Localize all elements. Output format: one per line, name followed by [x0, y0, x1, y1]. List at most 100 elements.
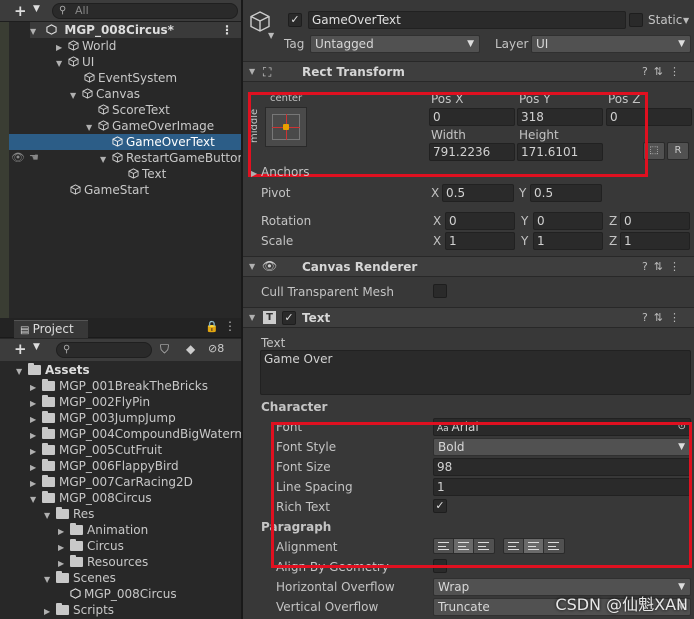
tree-item-gameoverimage[interactable]: ▼ GameOverImage: [86, 118, 214, 134]
align-top-icon[interactable]: [504, 539, 524, 553]
tree-item-eventsystem[interactable]: EventSystem: [84, 70, 177, 86]
create-button[interactable]: + ▼: [14, 2, 44, 20]
folder-item[interactable]: ▶ MGP_004CompoundBigWatermelon: [30, 426, 241, 442]
anchor-preset-button[interactable]: [265, 107, 307, 147]
tree-item-scoretext[interactable]: ScoreText: [98, 102, 170, 118]
align-left-icon[interactable]: [434, 539, 454, 553]
anchors-foldout[interactable]: Anchors: [261, 165, 310, 179]
height-field[interactable]: 171.6101: [517, 143, 603, 161]
rect-transform-header[interactable]: ▼ ⛶ Rect Transform ?⇅⋮: [243, 61, 694, 82]
object-name-field[interactable]: GameOverText: [308, 11, 626, 29]
tab-project[interactable]: ▤ Project: [14, 320, 88, 338]
visibility-eye-icon[interactable]: 👁: [11, 150, 25, 166]
scene-menu-icon[interactable]: ⋮: [221, 22, 233, 38]
scene-row[interactable]: ▼ MGP_008Circus* ⋮: [30, 22, 241, 38]
active-checkbox[interactable]: ✓: [288, 13, 302, 27]
folder-item[interactable]: ▼ Res: [44, 506, 94, 522]
gameobject-icon: [98, 104, 109, 115]
text-component-header[interactable]: ▼ T ✓ Text ?⇅⋮: [243, 307, 694, 328]
tree-item-canvas[interactable]: ▼ Canvas: [70, 86, 140, 102]
folder-item[interactable]: ▶ MGP_005CutFruit: [30, 442, 162, 458]
component-header-icons[interactable]: ?⇅⋮: [642, 65, 686, 78]
tree-item-restartgamebutton[interactable]: 👁 ☚ ▼ RestartGameButton: [9, 150, 241, 166]
hidden-packages-icon[interactable]: ⊘8: [208, 342, 224, 355]
pivot-x-field[interactable]: 0.5: [442, 184, 514, 202]
tree-item-world[interactable]: ▶ World: [56, 38, 116, 54]
character-heading: Character: [261, 400, 328, 414]
folder-item[interactable]: ▼ Scenes: [44, 570, 116, 586]
text-enabled-checkbox[interactable]: ✓: [282, 311, 296, 325]
folder-item[interactable]: ▶ Animation: [58, 522, 148, 538]
pivot-y-axis-label: Y: [519, 186, 527, 200]
folder-item[interactable]: ▶ Scripts: [44, 602, 114, 618]
tree-item-text[interactable]: Text: [128, 166, 166, 182]
folder-assets[interactable]: ▼ Assets: [16, 362, 90, 378]
folder-item[interactable]: ▼ MGP_008Circus: [30, 490, 152, 506]
pos-z-field[interactable]: 0: [606, 108, 692, 126]
align-center-icon[interactable]: [454, 539, 474, 553]
folder-item[interactable]: ▶ Circus: [58, 538, 124, 554]
raw-edit-button[interactable]: R: [667, 142, 689, 160]
pivot-y-field[interactable]: 0.5: [530, 184, 602, 202]
component-header-icons[interactable]: ?⇅⋮: [642, 311, 686, 324]
cull-transparent-mesh-label: Cull Transparent Mesh: [261, 285, 394, 299]
pos-y-field[interactable]: 318: [517, 108, 603, 126]
align-middle-icon[interactable]: [524, 539, 544, 553]
folder-item[interactable]: ▶ MGP_006FlappyBird: [30, 458, 179, 474]
rich-text-checkbox[interactable]: ✓: [433, 499, 447, 513]
lock-icon[interactable]: 🔒: [205, 320, 219, 333]
rotation-y-field[interactable]: 0: [533, 212, 603, 230]
chevron-down-icon: ▼: [33, 342, 40, 352]
tag-dropdown[interactable]: Untagged ▼: [310, 35, 480, 53]
tree-item-label: Canvas: [96, 87, 141, 101]
scale-z-field[interactable]: 1: [620, 232, 690, 250]
align-by-geometry-checkbox[interactable]: [433, 559, 447, 573]
static-checkbox[interactable]: [629, 13, 643, 27]
project-search-input[interactable]: ⚲: [56, 342, 152, 358]
canvas-renderer-header[interactable]: ▼ 👁 Canvas Renderer ?⇅⋮: [243, 256, 694, 277]
tree-item-gameovertext[interactable]: GameOverText: [9, 134, 241, 150]
cull-transparent-mesh-checkbox[interactable]: [433, 284, 447, 298]
hierarchy-search-input[interactable]: ⚲ All: [52, 3, 238, 19]
component-header-icons[interactable]: ?⇅⋮: [642, 260, 686, 273]
horizontal-alignment-group[interactable]: [433, 538, 495, 554]
panel-menu-icon[interactable]: ⋮: [224, 319, 236, 333]
align-right-icon[interactable]: [474, 539, 494, 553]
filter-by-label-icon[interactable]: ◆: [186, 342, 195, 356]
font-size-field[interactable]: 98: [433, 458, 691, 476]
text-content-area[interactable]: Game Over: [260, 350, 691, 395]
chevron-down-icon[interactable]: ▼: [683, 16, 689, 25]
blueprint-mode-button[interactable]: ⬚: [643, 142, 665, 160]
scale-y-field[interactable]: 1: [533, 232, 603, 250]
pos-y-label: Pos Y: [519, 92, 551, 106]
scale-x-field[interactable]: 1: [445, 232, 515, 250]
font-object-field[interactable]: Aa Arial ⊙: [433, 418, 691, 436]
layer-dropdown[interactable]: UI ▼: [531, 35, 691, 53]
tree-item-gamestart[interactable]: GameStart: [70, 182, 149, 198]
scene-asset-item[interactable]: MGP_008Circus: [70, 586, 177, 602]
filter-by-type-icon[interactable]: ⛉: [160, 342, 169, 357]
width-field[interactable]: 791.2236: [429, 143, 515, 161]
pos-x-label: Pos X: [431, 92, 464, 106]
expand-arrow-icon: ▼: [44, 575, 51, 584]
folder-item[interactable]: ▶ MGP_002FlyPin: [30, 394, 150, 410]
folder-item[interactable]: ▶ MGP_001BreakTheBricks: [30, 378, 208, 394]
scale-z-axis-label: Z: [609, 234, 618, 248]
folder-item[interactable]: ▶ MGP_007CarRacing2D: [30, 474, 193, 490]
rotation-x-field[interactable]: 0: [445, 212, 515, 230]
align-bottom-icon[interactable]: [544, 539, 564, 553]
line-spacing-field[interactable]: 1: [433, 478, 691, 496]
project-toolbar: + ▼ ⚲ ⛉ ◆ ⊘8: [0, 339, 241, 361]
object-picker-icon[interactable]: ⊙: [678, 419, 686, 435]
folder-item[interactable]: ▶ Resources: [58, 554, 148, 570]
create-asset-button[interactable]: + ▼: [14, 340, 44, 358]
tree-item-ui[interactable]: ▼ UI: [56, 54, 94, 70]
pickable-hand-icon[interactable]: ☚: [29, 150, 39, 166]
rotation-z-field[interactable]: 0: [620, 212, 690, 230]
vertical-alignment-group[interactable]: [503, 538, 565, 554]
pos-x-field[interactable]: 0: [429, 108, 515, 126]
font-style-dropdown[interactable]: Bold ▼: [433, 438, 691, 456]
folder-item[interactable]: ▶ MGP_003JumpJump: [30, 410, 176, 426]
tree-item-label: GameOverText: [126, 135, 215, 149]
layer-value: UI: [536, 37, 549, 51]
